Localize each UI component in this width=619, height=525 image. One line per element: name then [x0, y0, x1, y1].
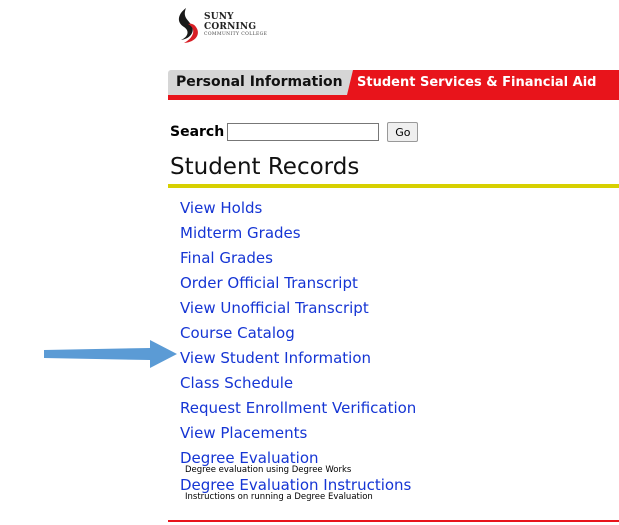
arrow-right-icon — [44, 340, 177, 368]
search-bar: Search Go — [170, 121, 419, 143]
view-student-information-link[interactable]: View Student Information — [180, 348, 371, 368]
tab-student-services-financial-aid[interactable]: Student Services & Financial Aid — [347, 70, 619, 95]
request-enrollment-verification-link[interactable]: Request Enrollment Verification — [180, 398, 416, 418]
view-holds-link[interactable]: View Holds — [180, 198, 262, 218]
go-button[interactable]: Go — [387, 122, 419, 142]
menu-item-description: Degree evaluation using Degree Works — [185, 465, 352, 475]
logo-flame-icon — [178, 8, 198, 43]
college-logo[interactable]: SUNY CORNING COMMUNITY COLLEGE — [172, 6, 292, 50]
logo-line-3: COMMUNITY COLLEGE — [204, 32, 268, 37]
student-records-menu: View Holds Midterm Grades Final Grades O… — [180, 198, 619, 502]
list-item: Midterm Grades — [180, 223, 619, 248]
search-input[interactable] — [227, 123, 380, 141]
logo-line-2: CORNING — [204, 22, 257, 32]
list-item: View Student Information — [180, 348, 619, 373]
logo-line-1: SUNY — [204, 12, 234, 22]
order-official-transcript-link[interactable]: Order Official Transcript — [180, 273, 358, 293]
list-item: Final Grades — [180, 248, 619, 273]
student-records-page: SUNY CORNING COMMUNITY COLLEGE Personal … — [0, 0, 619, 525]
search-label: Search — [170, 124, 225, 140]
course-catalog-link[interactable]: Course Catalog — [180, 323, 295, 343]
final-grades-link[interactable]: Final Grades — [180, 248, 273, 268]
view-unofficial-transcript-link[interactable]: View Unofficial Transcript — [180, 298, 369, 318]
tab-label: Student Services & Financial Aid — [357, 75, 597, 90]
tab-label: Personal Information — [176, 74, 343, 90]
list-item: View Holds — [180, 198, 619, 223]
title-divider — [168, 184, 619, 188]
list-item: Degree Evaluation Instructions Instructi… — [180, 475, 619, 502]
list-item: View Placements — [180, 423, 619, 448]
logo-wordmark: SUNY CORNING COMMUNITY COLLEGE — [204, 12, 267, 38]
list-item: Class Schedule — [180, 373, 619, 398]
main-tab-bar: Personal Information Student Services & … — [168, 70, 619, 100]
tab-underline — [168, 95, 619, 100]
class-schedule-link[interactable]: Class Schedule — [180, 373, 293, 393]
midterm-grades-link[interactable]: Midterm Grades — [180, 223, 301, 243]
page-title: Student Records — [170, 154, 360, 180]
list-item: Request Enrollment Verification — [180, 398, 619, 423]
tab-personal-information[interactable]: Personal Information — [168, 70, 357, 95]
list-item: Degree Evaluation Degree evaluation usin… — [180, 448, 619, 475]
bottom-divider — [168, 520, 619, 522]
view-placements-link[interactable]: View Placements — [180, 423, 307, 443]
list-item: View Unofficial Transcript — [180, 298, 619, 323]
list-item: Course Catalog — [180, 323, 619, 348]
list-item: Order Official Transcript — [180, 273, 619, 298]
